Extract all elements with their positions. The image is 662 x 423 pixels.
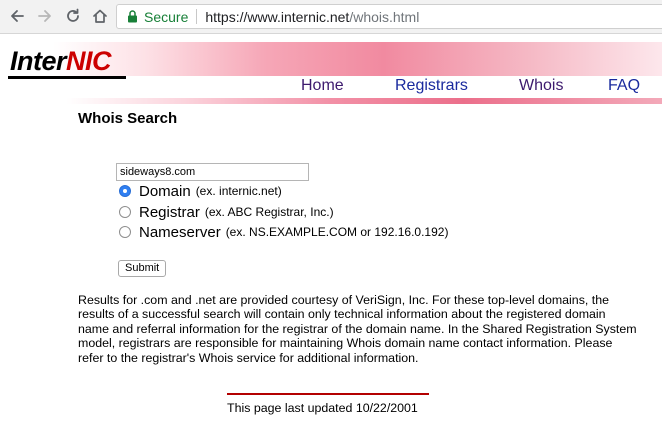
radio-option-registrar[interactable]: Registrar (ex. ABC Registrar, Inc.) xyxy=(119,203,334,221)
radio-option-nameserver[interactable]: Nameserver (ex. NS.EXAMPLE.COM or 192.16… xyxy=(119,223,448,241)
address-bar[interactable]: Secure https://www.internic.net/whois.ht… xyxy=(116,4,662,29)
nav-link-home[interactable]: Home xyxy=(301,76,344,96)
radio-button-nameserver[interactable] xyxy=(119,226,131,238)
submit-button[interactable]: Submit xyxy=(118,260,167,277)
radio-option-domain[interactable]: Domain (ex. internic.net) xyxy=(119,182,282,200)
info-paragraph: Results for .com and .net are provided c… xyxy=(78,293,637,365)
radio-label-domain: Domain xyxy=(139,182,191,200)
footer-divider xyxy=(227,393,429,395)
forward-arrow-icon[interactable] xyxy=(34,5,56,27)
radio-example-registrar: (ex. ABC Registrar, Inc.) xyxy=(204,205,334,219)
browser-toolbar: Secure https://www.internic.net/whois.ht… xyxy=(0,0,662,34)
internic-logo[interactable]: InterNIC xyxy=(10,46,112,76)
whois-search-input[interactable] xyxy=(116,163,309,181)
radio-button-registrar[interactable] xyxy=(119,206,131,218)
radio-label-nameserver: Nameserver xyxy=(139,223,221,241)
nav-link-faq[interactable]: FAQ xyxy=(608,76,640,96)
lock-icon xyxy=(127,10,138,23)
radio-label-registrar: Registrar xyxy=(139,203,200,221)
radio-example-domain: (ex. internic.net) xyxy=(195,184,282,198)
logo-underline xyxy=(8,76,126,79)
site-header: InterNIC Home Registrars Whois FAQ xyxy=(0,42,662,104)
home-icon[interactable] xyxy=(89,5,111,27)
secure-label: Secure xyxy=(144,8,189,25)
last-updated-text: This page last updated 10/22/2001 xyxy=(227,401,418,415)
radio-example-nameserver: (ex. NS.EXAMPLE.COM or 192.16.0.192) xyxy=(225,225,449,239)
logo-text-inter: Inter xyxy=(10,46,67,76)
logo-text-nic: NIC xyxy=(66,46,112,76)
reload-icon[interactable] xyxy=(62,5,84,27)
back-arrow-icon[interactable] xyxy=(6,5,28,27)
header-divider xyxy=(0,98,662,104)
url-path: /whois.html xyxy=(349,8,420,25)
omnibox-separator xyxy=(196,9,198,24)
radio-button-domain[interactable] xyxy=(119,185,131,197)
nav-link-whois[interactable]: Whois xyxy=(519,76,563,96)
page-title: Whois Search xyxy=(78,110,178,127)
url-domain: https://www.internic.net xyxy=(205,8,350,25)
nav-link-registrars[interactable]: Registrars xyxy=(395,76,468,96)
